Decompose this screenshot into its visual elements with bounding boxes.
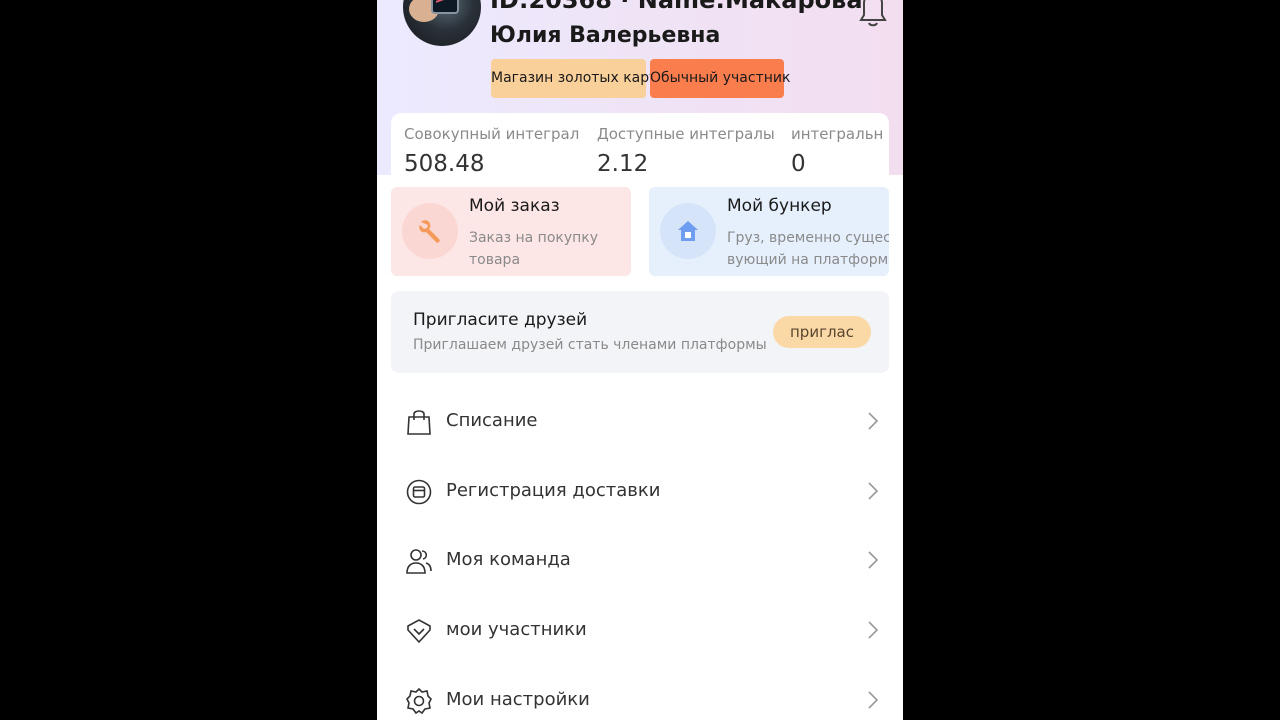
stat-label: Совокупный интеграл	[404, 125, 580, 143]
invite-button[interactable]: приглас	[773, 316, 871, 348]
bell-icon[interactable]	[855, 0, 891, 28]
menu-label: мои участники	[446, 619, 587, 640]
chevron-right-icon	[868, 621, 879, 639]
menu-label: Регистрация доставки	[446, 480, 661, 501]
diamond-icon	[407, 619, 431, 644]
invite-subtitle: Приглашаем друзей стать членами платформ…	[413, 337, 767, 353]
menu-item-delivery-registration[interactable]: Регистрация доставки	[377, 461, 903, 521]
tile-title: Мой заказ	[469, 196, 560, 216]
tile-title: Мой бункер	[727, 196, 832, 216]
profile-screen: ID:20368 · Name:Макарова Юлия Валерьевна…	[377, 0, 903, 720]
invite-title: Пригласите друзей	[413, 310, 588, 330]
tile-subtitle: Груз, временно сущест вующий на платформ…	[727, 230, 889, 268]
badge-member-level[interactable]: Обычный участник	[650, 59, 790, 98]
menu-item-my-members[interactable]: мои участники	[377, 600, 903, 660]
badge-gold-card-shop[interactable]: Магазин золотых карт	[491, 59, 657, 98]
menu-item-my-settings[interactable]: Мои настройки	[377, 670, 903, 720]
house-icon	[660, 203, 716, 259]
tile-subtitle: Заказ на покупку товара	[469, 230, 599, 268]
user-full-name: Юлия Валерьевна	[490, 23, 721, 48]
shopping-bag-icon	[407, 410, 431, 435]
wrench-icon	[402, 203, 458, 259]
menu-item-my-team[interactable]: Моя команда	[377, 530, 903, 590]
menu-label: Списание	[446, 410, 538, 431]
points-summary: Совокупный интеграл 508.48 Доступные инт…	[391, 113, 889, 193]
menu-label: Моя команда	[446, 549, 571, 570]
team-icon	[406, 549, 432, 574]
my-bunker-tile[interactable]: Мой бункер Груз, временно сущест вующий …	[649, 187, 889, 276]
stat-available-points[interactable]: Доступные интегралы 2.12	[597, 125, 775, 177]
invite-friends-card: Пригласите друзей Приглашаем друзей стат…	[391, 291, 889, 373]
stat-label: интегральн	[791, 125, 884, 143]
user-id-name: ID:20368 · Name:Макарова	[490, 0, 863, 14]
menu-label: Мои настройки	[446, 689, 590, 710]
chevron-right-icon	[868, 412, 879, 430]
stat-total-points[interactable]: Совокупный интеграл 508.48	[404, 125, 579, 177]
stat-label: Доступные интегралы	[597, 125, 775, 143]
settings-icon	[406, 687, 432, 715]
avatar[interactable]	[403, 0, 481, 46]
menu-item-write-off[interactable]: Списание	[377, 391, 903, 451]
chevron-right-icon	[868, 482, 879, 500]
my-order-tile[interactable]: Мой заказ Заказ на покупку товара	[391, 187, 631, 276]
chevron-right-icon	[868, 551, 879, 569]
delivery-icon	[406, 479, 432, 505]
chevron-right-icon	[868, 691, 879, 709]
stat-other-points[interactable]: интегральн 0	[791, 125, 883, 177]
stat-value: 0	[791, 151, 806, 177]
stat-value: 2.12	[597, 151, 649, 177]
stat-value: 508.48	[404, 151, 485, 177]
